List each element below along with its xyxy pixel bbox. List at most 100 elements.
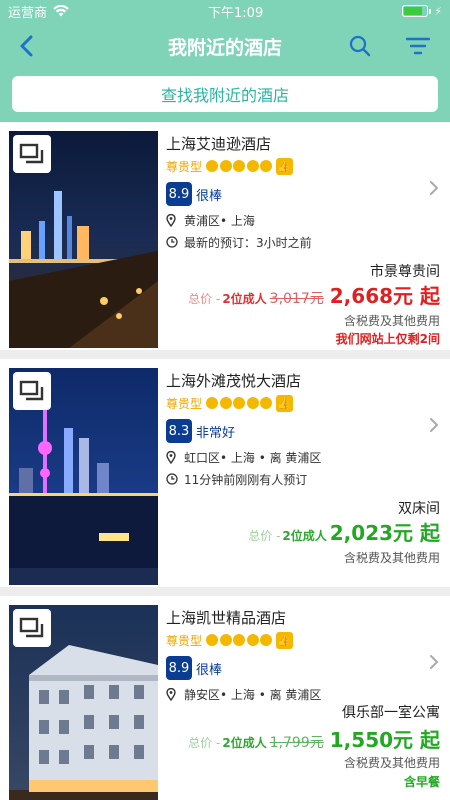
room-type: 俱乐部一室公寓: [342, 705, 440, 721]
total-label: 总价 -: [188, 292, 221, 306]
location-pin-icon: [166, 213, 180, 227]
star-icon: [246, 634, 259, 646]
rating: 8.9 很棒: [166, 656, 440, 680]
score-badge: 8.9: [166, 182, 192, 206]
hotel-tier: 尊贵型: [166, 159, 203, 174]
hotel-tier: 尊贵型: [166, 396, 203, 411]
location-text: 静安区• 上海 • 离 黄浦区: [184, 687, 322, 702]
star-icon: [219, 634, 232, 646]
tax-note: 含税费及其他费用: [343, 314, 440, 328]
guests-label: 2位成人: [222, 736, 267, 750]
hotel-card[interactable]: 上海艾迪逊酒店 尊贵型 👍 8.9 很棒 黄浦区• 上海 最新的预订：3小时之前: [0, 122, 450, 350]
location: 黄浦区• 上海: [166, 212, 440, 228]
header: 运营商 下午1:09 ⚡ 我附近的酒店 查找我附近的酒店: [0, 0, 450, 122]
score-label: 很棒: [196, 662, 223, 678]
hotel-name[interactable]: 上海凯世精品酒店: [166, 608, 440, 628]
page-title: 我附近的酒店: [167, 36, 282, 59]
hotel-photo[interactable]: [9, 368, 158, 585]
gallery-icon[interactable]: [13, 609, 51, 647]
original-price: 3,017元: [269, 291, 324, 307]
status-time: 下午1:09: [208, 5, 264, 21]
tax-note: 含税费及其他费用: [343, 551, 440, 565]
location-text: 黄浦区• 上海: [184, 213, 255, 228]
star-icon: [246, 160, 259, 172]
thumbs-up-icon: 👍: [275, 631, 293, 649]
room-type: 双床间: [398, 501, 440, 517]
hotel-photo[interactable]: [9, 131, 158, 348]
breakfast-note: 含早餐: [403, 775, 440, 789]
score-label: 非常好: [196, 425, 236, 441]
search-button[interactable]: [348, 34, 372, 58]
filter-icon: [405, 37, 431, 55]
app-root: 运营商 下午1:09 ⚡ 我附近的酒店 查找我附近的酒店 上海艾迪逊酒店 尊贵型…: [0, 0, 450, 800]
hotel-name[interactable]: 上海外滩茂悦大酒店: [166, 371, 440, 391]
nav-bar: 我附近的酒店: [0, 22, 450, 70]
chevron-right-icon[interactable]: [428, 654, 440, 670]
location-pin-icon: [166, 687, 180, 701]
status-bar: 运营商 下午1:09 ⚡: [0, 0, 450, 22]
search-nearby-label: 查找我附近的酒店: [160, 86, 289, 105]
filter-button[interactable]: [405, 36, 431, 56]
star-icon: [260, 634, 273, 646]
star-icon: [219, 397, 232, 409]
battery-icon: [402, 5, 432, 17]
location: 虹口区• 上海 • 离 黄浦区: [166, 449, 440, 465]
hotel-card[interactable]: 上海凯世精品酒店 尊贵型 👍 8.9 很棒 静安区• 上海 • 离 黄浦区 俱乐…: [0, 596, 450, 800]
original-price: 1,799元: [269, 735, 324, 751]
price: 总价 - 2位成人 1,799元 1,550元 起: [188, 724, 440, 753]
rating: 8.3 非常好: [166, 419, 440, 443]
search-nearby-button[interactable]: 查找我附近的酒店: [12, 76, 438, 112]
clock-icon: [166, 236, 180, 248]
current-price: 2,023元 起: [329, 521, 440, 545]
hotel-class: 尊贵型 👍: [166, 157, 440, 175]
star-icon: [233, 397, 246, 409]
star-icon: [206, 634, 219, 646]
hotel-card[interactable]: 上海外滩茂悦大酒店 尊贵型 👍 8.3 非常好 虹口区• 上海 • 离 黄浦区 …: [0, 359, 450, 587]
star-icon: [260, 397, 273, 409]
recent-booking-text: 最新的预订：3小时之前: [184, 235, 312, 250]
hotel-name[interactable]: 上海艾迪逊酒店: [166, 134, 440, 154]
score-badge: 8.9: [166, 656, 192, 680]
recent-booking: 11分钟前刚刚有人预订: [166, 471, 440, 487]
thumbs-up-icon: 👍: [275, 394, 293, 412]
chevron-right-icon[interactable]: [428, 417, 440, 433]
availability-note: 我们网站上仅剩2间: [335, 332, 440, 346]
clock-icon: [166, 473, 180, 485]
hotel-class: 尊贵型 👍: [166, 631, 440, 649]
star-icon: [260, 160, 273, 172]
total-label: 总价 -: [248, 529, 281, 543]
location-text: 虹口区• 上海 • 离 黄浦区: [184, 450, 322, 465]
rating: 8.9 很棒: [166, 182, 440, 206]
gallery-icon[interactable]: [13, 372, 51, 410]
hotel-photo[interactable]: [9, 605, 158, 800]
star-icon: [233, 634, 246, 646]
star-icon: [219, 160, 232, 172]
price: 总价 - 2位成人 3,017元 2,668元 起: [188, 280, 440, 309]
charging-icon: ⚡: [434, 4, 442, 18]
recent-booking-text: 11分钟前刚刚有人预订: [184, 472, 308, 487]
current-price: 2,668元 起: [329, 284, 440, 308]
score-badge: 8.3: [166, 419, 192, 443]
gallery-icon[interactable]: [13, 135, 51, 173]
search-icon: [349, 35, 371, 57]
current-price: 1,550元 起: [329, 728, 440, 752]
star-icon: [206, 160, 219, 172]
price: 总价 - 2位成人 2,023元 起: [248, 517, 440, 546]
hotel-list: 上海艾迪逊酒店 尊贵型 👍 8.9 很棒 黄浦区• 上海 最新的预订：3小时之前: [0, 122, 450, 800]
back-button[interactable]: [16, 34, 40, 58]
thumbs-up-icon: 👍: [275, 157, 293, 175]
guests-label: 2位成人: [222, 292, 267, 306]
hotel-tier: 尊贵型: [166, 633, 203, 648]
chevron-right-icon[interactable]: [428, 180, 440, 196]
star-icon: [233, 160, 246, 172]
tax-note: 含税费及其他费用: [343, 756, 440, 770]
star-icon: [246, 397, 259, 409]
room-type: 市景尊贵间: [370, 264, 440, 280]
wifi-icon: [53, 5, 69, 17]
location: 静安区• 上海 • 离 黄浦区: [166, 686, 440, 702]
total-label: 总价 -: [188, 736, 221, 750]
carrier-label: 运营商: [8, 5, 48, 21]
guests-label: 2位成人: [282, 529, 327, 543]
score-label: 很棒: [196, 188, 223, 204]
star-icon: [206, 397, 219, 409]
